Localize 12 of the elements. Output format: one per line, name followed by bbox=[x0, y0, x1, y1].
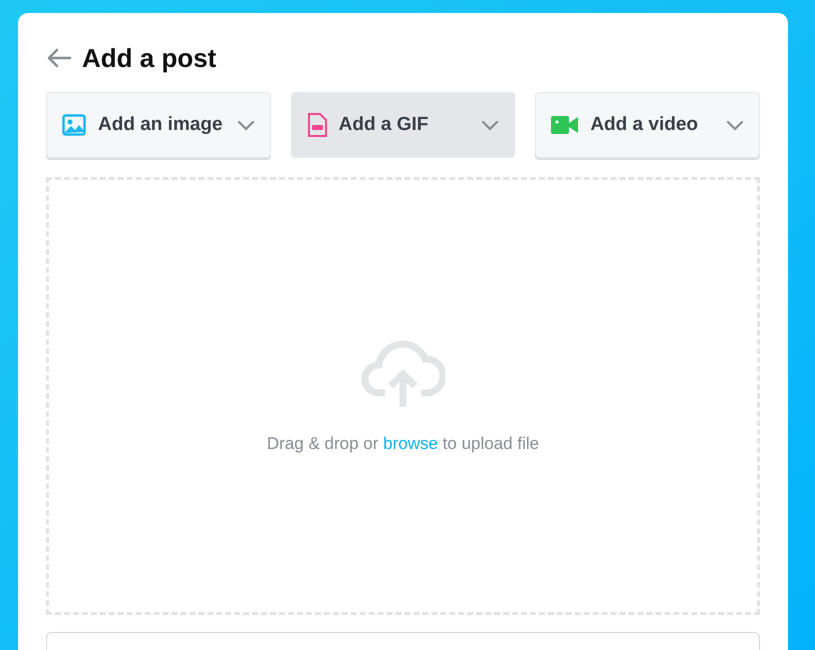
chevron-down-icon bbox=[726, 120, 744, 130]
chevron-down-icon bbox=[481, 120, 500, 130]
upload-instruction: Drag & drop or browse to upload file bbox=[266, 433, 540, 456]
gif-file-icon bbox=[306, 113, 327, 137]
video-camera-icon bbox=[551, 115, 578, 135]
page-title: Add a post bbox=[82, 42, 216, 74]
back-arrow-icon[interactable] bbox=[46, 48, 72, 68]
media-tab[interactable]: Add an image bbox=[46, 92, 271, 158]
image-icon bbox=[62, 114, 86, 136]
media-tab[interactable]: Add a video bbox=[535, 92, 760, 158]
chevron-down-icon bbox=[236, 120, 255, 130]
media-tab[interactable]: Add a GIF bbox=[290, 92, 516, 158]
